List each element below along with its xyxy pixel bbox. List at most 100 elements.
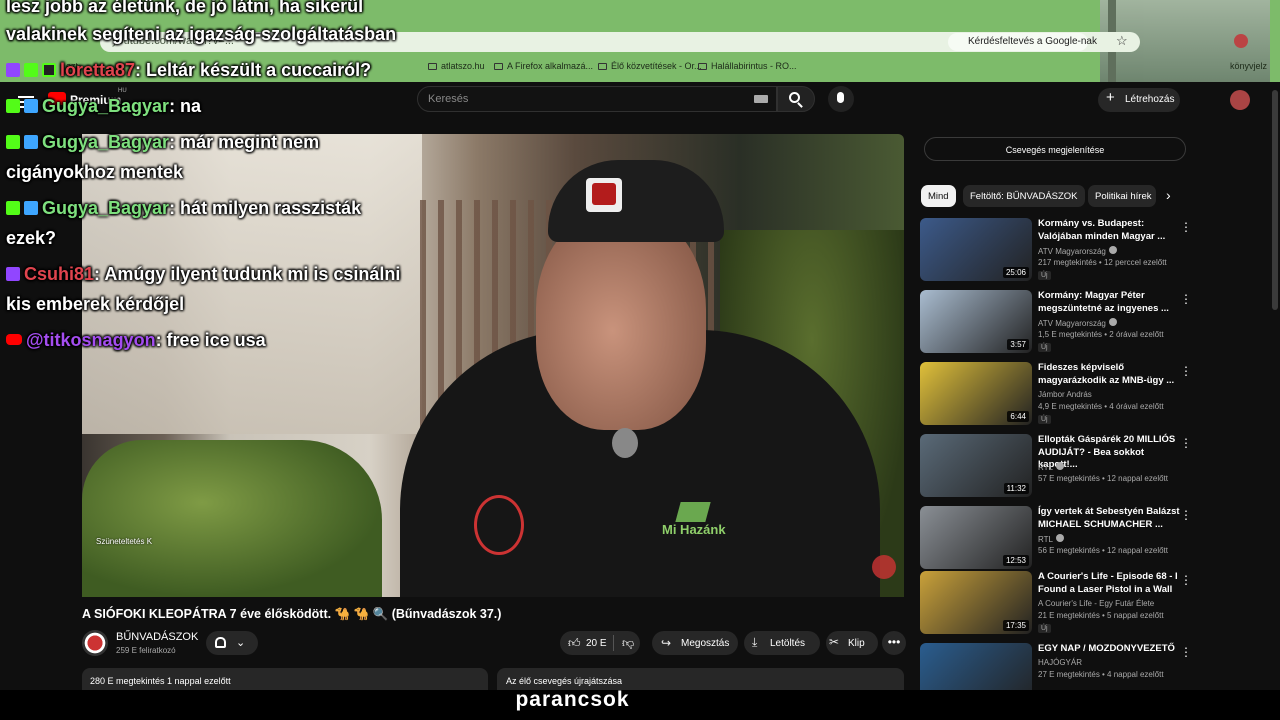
- channel-label: ATV Magyarország: [1038, 247, 1106, 256]
- chat-message-continuation: ezek?: [6, 228, 57, 248]
- recommendation-item[interactable]: 11:32 Ellopták Gáspárék 20 MILLIÓS AUDIJÁ…: [920, 434, 1265, 500]
- recommendation-item[interactable]: 12:53 Így vertek át Sebestyén Balázst MIC…: [920, 506, 1265, 572]
- share-icon: ↪: [661, 636, 672, 650]
- recommendation-channel[interactable]: Jámbor András: [1038, 390, 1092, 399]
- recommendation-channel[interactable]: RTL: [1038, 534, 1064, 544]
- recommendation-item[interactable]: 3:57 Kormány: Magyar Péter megszüntetné a…: [920, 290, 1265, 356]
- youtube-icon: [6, 334, 22, 345]
- google-lens-chip[interactable]: Kérdésfeltevés a Google-nak: [948, 33, 1097, 51]
- description-summary: 280 E megtekintés 1 nappal ezelőtt: [90, 676, 231, 686]
- recommendation-channel[interactable]: ATV Magyarország: [1038, 318, 1117, 328]
- recommendation-meta: 217 megtekintés • 12 perccel ezelőtt: [1038, 258, 1167, 267]
- chat-text: : na: [169, 96, 202, 116]
- keyboard-icon[interactable]: [754, 95, 768, 103]
- user-avatar[interactable]: [1230, 90, 1250, 110]
- folder-icon: [428, 63, 437, 70]
- channel-name[interactable]: BŰNVADÁSZOK: [116, 631, 198, 643]
- thumbs-down-icon[interactable]: 👎︎: [622, 636, 634, 651]
- chat-message: Gugya_Bagyar: hát milyen rasszisták: [6, 198, 361, 219]
- chat-username: @titkosnagyon: [26, 330, 156, 350]
- kebab-menu-icon[interactable]: ⋮: [1180, 436, 1192, 450]
- recommendation-item[interactable]: 17:35 A Courier's Life - Episode 68 - I F…: [920, 571, 1265, 637]
- recommendation-meta: 57 E megtekintés • 12 nappal ezelőtt: [1038, 474, 1168, 483]
- new-badge: Új: [1038, 624, 1051, 633]
- channel-label: RTL: [1038, 463, 1053, 472]
- chip-political-news[interactable]: Politikai hírek: [1088, 185, 1156, 207]
- recommendation-thumbnail[interactable]: 3:57: [920, 290, 1032, 353]
- twitch-icon: [6, 63, 20, 77]
- search-placeholder: Keresés: [428, 93, 469, 105]
- channel-label: HAJÓGYÁR: [1038, 658, 1083, 667]
- kick-icon: [24, 63, 38, 77]
- chat-username: Gugya_Bagyar: [42, 132, 170, 152]
- like-count[interactable]: 20 E: [586, 638, 607, 649]
- recommendation-channel[interactable]: RTL: [1038, 462, 1064, 472]
- thumbs-up-icon[interactable]: 👍︎: [568, 636, 581, 651]
- verified-check-icon: [1055, 534, 1064, 542]
- download-label: Letöltés: [770, 638, 806, 649]
- chat-message-continuation: kis emberek kérdőjel: [6, 294, 185, 314]
- kebab-menu-icon[interactable]: ⋮: [1180, 508, 1192, 522]
- recommendation-thumbnail[interactable]: 11:32: [920, 434, 1032, 497]
- recommendation-thumbnail[interactable]: 17:35: [920, 571, 1032, 634]
- chat-text: : már megint nem: [169, 132, 320, 152]
- recommendation-title[interactable]: A Courier's Life - Episode 68 - I Found …: [1038, 571, 1180, 596]
- kebab-menu-icon[interactable]: ⋮: [1180, 645, 1192, 659]
- recommendation-title[interactable]: Kormány: Magyar Péter megszüntetné az in…: [1038, 290, 1180, 315]
- chevron-right-icon[interactable]: ›: [1166, 187, 1171, 203]
- chat-text: : free ice usa: [155, 330, 266, 350]
- scrollbar[interactable]: [1272, 90, 1278, 310]
- browser-profile-avatar[interactable]: [1234, 34, 1248, 48]
- chip-all[interactable]: Mind: [921, 185, 956, 207]
- bookmark-item[interactable]: A Firefox alkalmazá...: [494, 61, 593, 71]
- cap-badge-emblem: [592, 183, 616, 205]
- bookmark-item[interactable]: atlatszo.hu: [428, 61, 485, 71]
- channel-avatar[interactable]: [82, 630, 108, 656]
- share-label: Megosztás: [681, 638, 730, 649]
- recommendation-item[interactable]: 6:44 Fideszes képviselő magyarázkodik az …: [920, 362, 1265, 428]
- recommendation-channel[interactable]: HAJÓGYÁR: [1038, 658, 1082, 667]
- recommendation-thumbnail[interactable]: 6:44: [920, 362, 1032, 425]
- show-chat-button[interactable]: Csevegés megjelenítése: [924, 137, 1186, 161]
- kebab-menu-icon[interactable]: ⋮: [1180, 220, 1192, 234]
- chat-message: @titkosnagyon: free ice usa: [6, 330, 266, 351]
- recommendation-channel[interactable]: A Courier's Life - Egy Futár Élete: [1038, 599, 1154, 608]
- bookmark-item[interactable]: Élő közvetítések - Or...: [598, 61, 702, 71]
- clip-label: Klip: [848, 638, 865, 649]
- like-divider: [613, 635, 614, 651]
- recommendation-thumbnail[interactable]: 25:06: [920, 218, 1032, 281]
- recommendation-thumbnail[interactable]: 12:53: [920, 506, 1032, 569]
- channel-label: RTL: [1038, 535, 1053, 544]
- more-actions-button[interactable]: •••: [882, 631, 906, 655]
- bell-icon: [215, 637, 226, 648]
- microphone-icon: [837, 92, 844, 103]
- chip-uploader[interactable]: Feltöltő: BŰNVADÁSZOK: [963, 185, 1085, 207]
- recommendation-title[interactable]: EGY NAP / MOZDONYVEZETŐ: [1038, 643, 1180, 656]
- kebab-menu-icon[interactable]: ⋮: [1180, 364, 1192, 378]
- recommendation-meta: 27 E megtekintés • 4 nappal ezelőtt: [1038, 670, 1164, 679]
- video-duration: 6:44: [1007, 411, 1029, 422]
- folder-icon: [494, 63, 503, 70]
- kebab-menu-icon[interactable]: ⋮: [1180, 573, 1192, 587]
- bookmark-item[interactable]: Halállabirintus - RO...: [698, 61, 797, 71]
- video-scene-bush: [82, 440, 382, 597]
- recommendation-channel[interactable]: ATV Magyarország: [1038, 246, 1117, 256]
- recommendation-title[interactable]: Így vertek át Sebestyén Balázst MICHAEL …: [1038, 506, 1180, 531]
- recommendation-meta: 56 E megtekintés • 12 nappal ezelőtt: [1038, 546, 1168, 555]
- chat-message-continuation: cigányokhoz mentek: [6, 162, 184, 182]
- subscription-bell-button[interactable]: [206, 631, 258, 655]
- bookmarks-overflow[interactable]: könyvjelz: [1230, 61, 1267, 71]
- bookmark-star-icon[interactable]: ☆: [1116, 33, 1128, 49]
- search-input[interactable]: [417, 86, 777, 112]
- recommendation-title[interactable]: Kormány vs. Budapest: Valójában minden M…: [1038, 218, 1180, 243]
- recommendation-title[interactable]: Fideszes képviselő magyarázkodik az MNB-…: [1038, 362, 1180, 387]
- twitch-icon: [6, 267, 20, 281]
- lapel-microphone: [612, 428, 638, 458]
- recommendation-meta: 21 E megtekintés • 5 nappal ezelőtt: [1038, 611, 1164, 620]
- kebab-menu-icon[interactable]: ⋮: [1180, 292, 1192, 306]
- recommendation-item[interactable]: 25:06 Kormány vs. Budapest: Valójában min…: [920, 218, 1265, 284]
- channel-label: ATV Magyarország: [1038, 319, 1106, 328]
- cat-emote-icon: [42, 63, 56, 77]
- chevron-down-icon: ⌄: [236, 637, 246, 649]
- video-duration: 12:53: [1002, 555, 1029, 566]
